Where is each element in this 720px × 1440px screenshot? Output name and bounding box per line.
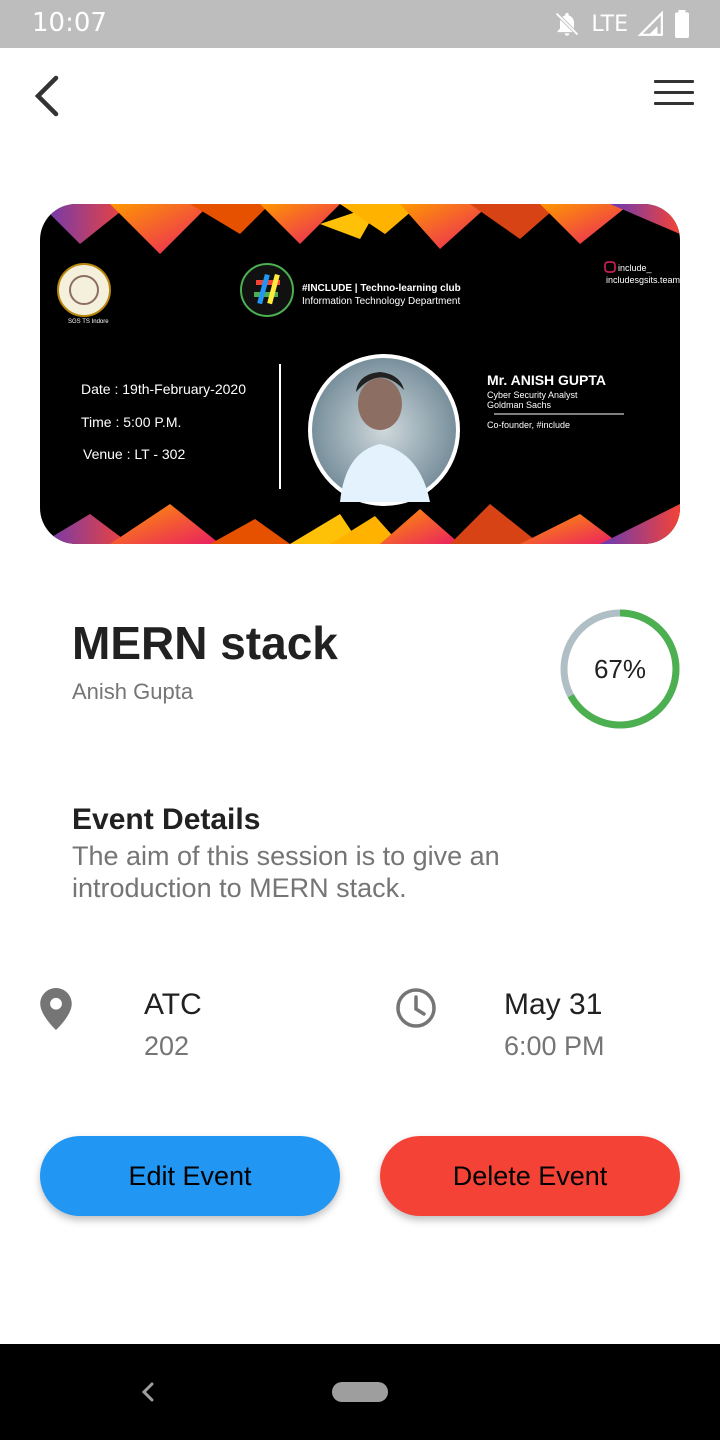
back-button[interactable] (26, 70, 74, 122)
nav-back-icon[interactable] (136, 1378, 160, 1406)
schedule-date: May 31 (504, 988, 603, 1021)
app-bar (0, 48, 720, 144)
status-time: 10:07 (32, 8, 107, 38)
signal-icon (638, 11, 663, 36)
banner-speaker-role-1: Cyber Security Analyst (487, 390, 578, 400)
hamburger-menu-icon (654, 80, 694, 83)
banner-speaker-name: Mr. ANISH GUPTA (487, 372, 607, 388)
edit-event-button[interactable]: Edit Event (40, 1136, 340, 1216)
event-speaker: Anish Gupta (72, 679, 194, 704)
banner-social-handle-1: include_ (618, 263, 652, 273)
banner-date: Date : 19th-February-2020 (81, 381, 246, 397)
status-bar: 10:07 LTE (0, 0, 720, 48)
event-banner-image: #INCLUDE | Techno-learning club Informat… (40, 204, 680, 544)
banner-speaker-role-3: Co-founder, #include (487, 420, 571, 430)
location-pin-icon (40, 988, 72, 1030)
banner-department: Information Technology Department (302, 296, 461, 307)
banner-time: Time : 5:00 P.M. (81, 414, 182, 430)
menu-button[interactable] (654, 80, 694, 110)
schedule-time: 6:00 PM (504, 1031, 605, 1061)
status-icons: LTE (553, 10, 690, 38)
delete-event-button[interactable]: Delete Event (380, 1136, 680, 1216)
back-arrow-icon (34, 75, 59, 117)
nav-home-pill[interactable] (332, 1382, 388, 1402)
clock-icon (396, 988, 436, 1028)
banner-speaker-role-2: Goldman Sachs (487, 400, 552, 410)
event-details-heading: Event Details (72, 803, 261, 836)
battery-icon (675, 10, 689, 38)
event-title: MERN stack (72, 617, 338, 669)
banner-social-handle-2: includesgsits.team (606, 275, 680, 285)
network-label: LTE (591, 11, 628, 37)
bell-off-icon (555, 12, 580, 36)
banner-club-title: #INCLUDE | Techno-learning club (302, 283, 461, 294)
progress-label: 67% (593, 653, 647, 684)
location-room: 202 (144, 1031, 190, 1061)
banner-venue: Venue : LT - 302 (83, 446, 186, 462)
location-title: ATC (144, 988, 202, 1021)
banner-institute-caption: SGS TS Indore (68, 319, 109, 325)
event-details-text: The aim of this session is to give an in… (72, 841, 500, 903)
